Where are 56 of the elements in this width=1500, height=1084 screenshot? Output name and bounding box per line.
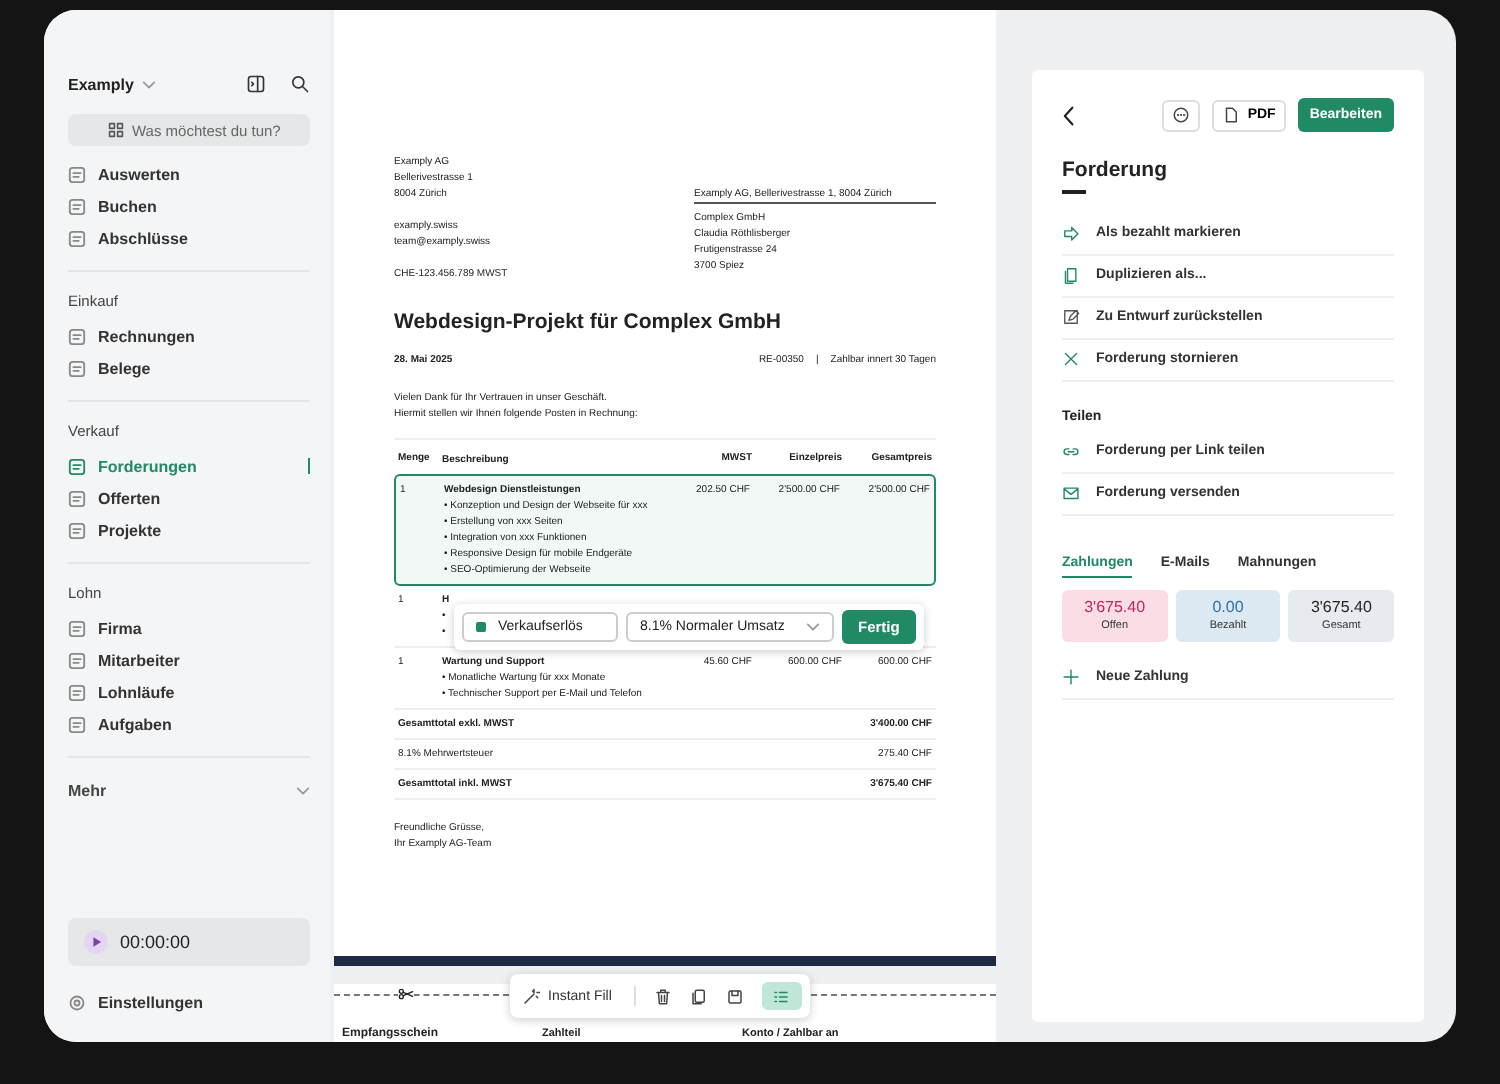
timer-widget[interactable]: 00:00:00	[68, 918, 310, 966]
nav-item[interactable]: Rechnungen	[68, 320, 310, 352]
nav-item[interactable]: Belege	[68, 352, 310, 384]
document-icon	[68, 457, 86, 475]
arrow-icon	[1062, 224, 1080, 242]
nav-item[interactable]: Forderungen	[68, 450, 310, 482]
document-icon	[68, 521, 86, 539]
copy-icon[interactable]	[689, 987, 708, 1005]
document-icon	[68, 489, 86, 507]
list-icon	[772, 987, 791, 1005]
nav-item[interactable]: Projekte	[68, 514, 310, 546]
invoice-title: Webdesign-Projekt für Complex GmbH	[394, 310, 783, 334]
document-icon	[68, 683, 86, 701]
save-icon[interactable]	[725, 987, 744, 1005]
timer-value: 00:00:00	[120, 932, 191, 952]
edit-icon	[1062, 308, 1080, 326]
envelope-icon	[1062, 484, 1080, 502]
trash-icon[interactable]	[653, 987, 672, 1005]
search-icon[interactable]	[290, 74, 310, 94]
document-icon	[68, 327, 86, 345]
back-icon[interactable]	[1062, 105, 1076, 125]
cross-icon	[1062, 350, 1080, 368]
chevron-icon	[296, 786, 310, 796]
nav-item[interactable]: Buchen	[68, 190, 310, 222]
document-icon	[68, 165, 86, 183]
link-icon	[1062, 442, 1080, 460]
nav-item[interactable]: Mitarbeiter	[68, 644, 310, 676]
nav-item[interactable]: Firma	[68, 612, 310, 644]
document-icon	[68, 359, 86, 377]
nav-item[interactable]: Offerten	[68, 482, 310, 514]
document-icon	[68, 715, 86, 733]
nav-item[interactable]: Aufgaben	[68, 708, 310, 740]
document-icon	[68, 229, 86, 247]
settings-item[interactable]: Einstellungen	[68, 986, 310, 1018]
document-icon	[68, 651, 86, 669]
list-view-button[interactable]	[761, 982, 802, 1010]
file-icon	[1221, 106, 1240, 124]
nav-item[interactable]: Lohnläufe	[68, 676, 310, 708]
more-toggle[interactable]: Mehr	[68, 782, 310, 800]
plus-icon	[1062, 668, 1080, 686]
copy-icon	[1062, 266, 1080, 284]
company-name[interactable]: Examply	[68, 75, 134, 93]
more-options-button[interactable]	[1161, 99, 1200, 131]
magic-wand-icon	[522, 987, 540, 1005]
panel-title: Forderung	[1062, 158, 1169, 182]
document-icon	[68, 619, 86, 637]
play-icon[interactable]	[84, 930, 108, 954]
grid-icon	[108, 122, 124, 138]
nav-item[interactable]: Abschlüsse	[68, 222, 310, 254]
nav-item[interactable]: Auswerten	[68, 158, 310, 190]
panel-toggle-icon[interactable]	[246, 74, 266, 94]
line-item-row[interactable]	[394, 474, 936, 586]
ellipsis-icon	[1171, 106, 1190, 124]
chevron-down-icon	[806, 622, 820, 632]
chevron-down-icon	[141, 79, 156, 89]
document-icon	[68, 197, 86, 215]
